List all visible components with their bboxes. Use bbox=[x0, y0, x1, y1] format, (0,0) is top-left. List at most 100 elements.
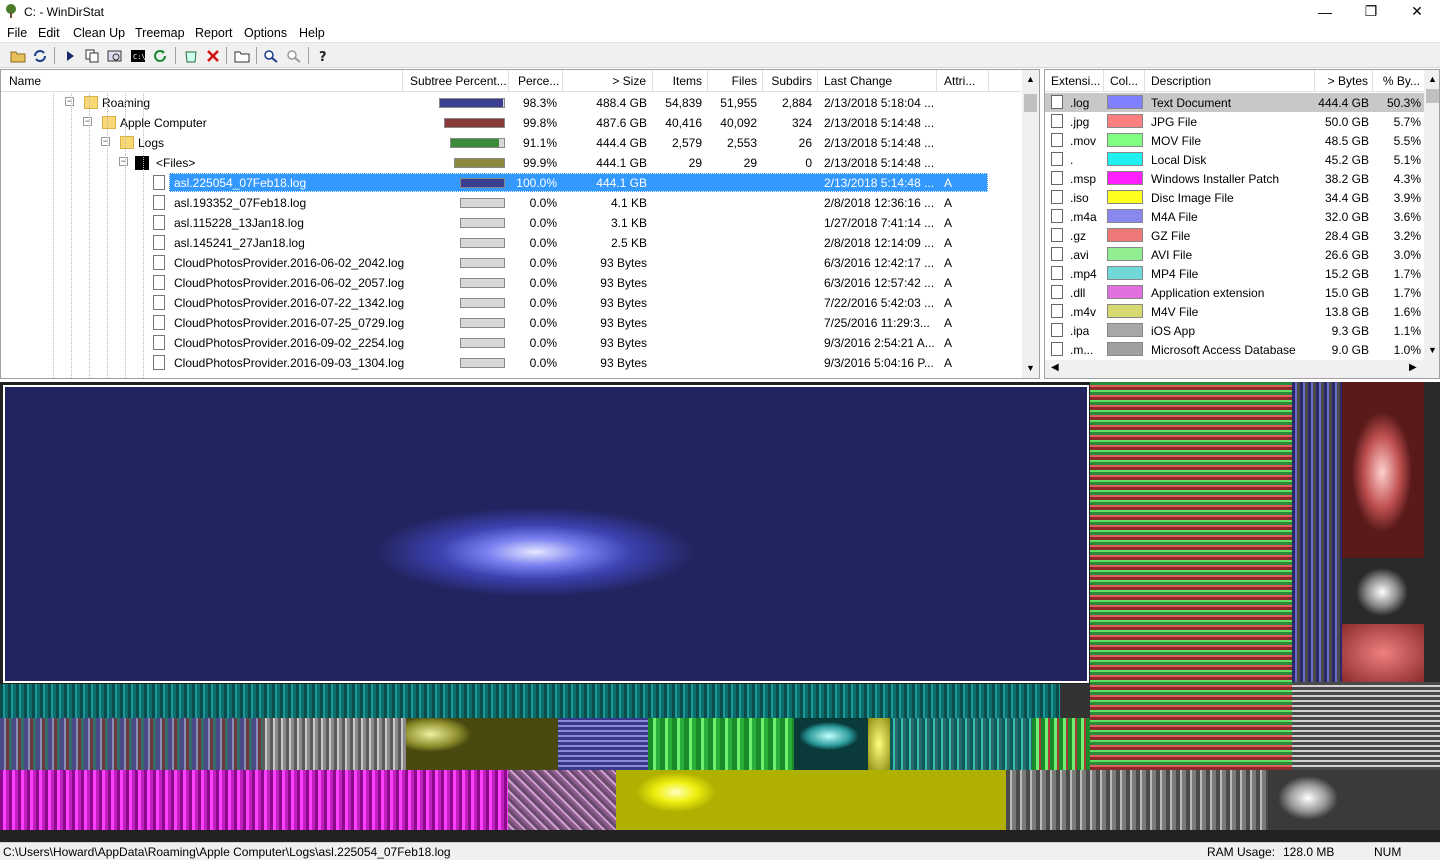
scroll-right-icon[interactable]: ▶ bbox=[1409, 362, 1417, 373]
extension-row[interactable]: . Local Disk 45.2 GB 5.1% bbox=[1045, 150, 1425, 169]
column-subdirs[interactable]: Subdirs bbox=[763, 70, 818, 92]
collapse-toggle-icon[interactable]: − bbox=[65, 97, 74, 106]
explorer-icon[interactable] bbox=[106, 47, 124, 64]
extension-row[interactable]: .m4v M4V File 13.8 GB 1.6% bbox=[1045, 302, 1425, 321]
tree-row[interactable]: − <Files> 99.9% 444.1 GB 29 29 0 2/13/2018 5:14… bbox=[1, 153, 1021, 173]
column-bytes[interactable]: > Bytes bbox=[1315, 70, 1373, 92]
treemap-block-gray-3[interactable] bbox=[1292, 682, 1440, 770]
scroll-up-icon[interactable]: ▲ bbox=[1428, 74, 1437, 84]
treemap-block-teal[interactable] bbox=[794, 718, 868, 770]
treemap-block-yellow[interactable] bbox=[616, 770, 1006, 830]
zoom-out-icon[interactable] bbox=[285, 47, 303, 64]
copy-icon[interactable] bbox=[83, 47, 101, 64]
column-description[interactable]: Description bbox=[1145, 70, 1315, 92]
scroll-down-icon[interactable]: ▼ bbox=[1026, 363, 1035, 373]
treemap-block-pink-mixed[interactable] bbox=[508, 770, 616, 830]
treemap-block-mixed[interactable] bbox=[0, 718, 262, 770]
tree-row[interactable]: asl.115228_13Jan18.log 0.0% 3.1 KB 1/27/201… bbox=[1, 213, 1021, 233]
treemap-block-navy[interactable] bbox=[1292, 382, 1342, 682]
extension-row[interactable]: .mov MOV File 48.5 GB 5.5% bbox=[1045, 131, 1425, 150]
reload-icon[interactable] bbox=[152, 47, 170, 64]
minimize-button[interactable]: — bbox=[1302, 0, 1348, 23]
menu-file[interactable]: File bbox=[7, 26, 27, 40]
tree-row[interactable]: CloudPhotosProvider.2016-06-02_2042.log 0… bbox=[1, 253, 1021, 273]
extension-horizontal-scrollbar[interactable]: ◀ ▶ bbox=[1045, 360, 1439, 378]
tree-row[interactable]: CloudPhotosProvider.2016-07-25_0729.log 0… bbox=[1, 313, 1021, 333]
collapse-toggle-icon[interactable]: − bbox=[101, 137, 110, 146]
tree-row[interactable]: − Roaming 98.3% 488.4 GB 54,839 51,955 2,884 2/… bbox=[1, 93, 1021, 113]
tree-row[interactable]: asl.145241_27Jan18.log 0.0% 2.5 KB 2/8/2018… bbox=[1, 233, 1021, 253]
tree-vertical-scrollbar[interactable]: ▲ ▼ bbox=[1022, 70, 1039, 378]
extension-vertical-scrollbar[interactable]: ▲ ▼ bbox=[1424, 70, 1439, 360]
menu-edit[interactable]: Edit bbox=[38, 26, 60, 40]
extension-row[interactable]: .log Text Document 444.4 GB 50.3% bbox=[1045, 93, 1425, 112]
column-color[interactable]: Col... bbox=[1104, 70, 1145, 92]
scroll-thumb[interactable] bbox=[1024, 94, 1037, 112]
scroll-left-icon[interactable]: ◀ bbox=[1051, 362, 1059, 373]
column-items[interactable]: Items bbox=[653, 70, 708, 92]
scroll-down-icon[interactable]: ▼ bbox=[1428, 345, 1437, 355]
tree-row[interactable]: asl.225054_07Feb18.log 100.0% 444.1 GB 2/13… bbox=[1, 173, 1021, 193]
column-attributes[interactable]: Attri... bbox=[937, 70, 989, 92]
open-icon[interactable] bbox=[9, 47, 27, 64]
treemap-block-yellow-small[interactable] bbox=[868, 718, 890, 770]
treemap-view[interactable] bbox=[0, 382, 1440, 842]
extension-list[interactable]: Extensi... Col... Description > Bytes % … bbox=[1044, 69, 1440, 379]
column-extension[interactable]: Extensi... bbox=[1045, 70, 1104, 92]
treemap-block-green-red[interactable] bbox=[1032, 718, 1090, 770]
treemap-block-blue-small[interactable] bbox=[558, 718, 648, 770]
scroll-up-icon[interactable]: ▲ bbox=[1026, 74, 1035, 84]
recycle-icon[interactable] bbox=[182, 47, 200, 64]
new-folder-icon[interactable] bbox=[233, 47, 251, 64]
zoom-in-icon[interactable] bbox=[262, 47, 280, 64]
column-files[interactable]: Files bbox=[708, 70, 763, 92]
extension-row[interactable]: .msp Windows Installer Patch 38.2 GB 4.3% bbox=[1045, 169, 1425, 188]
help-icon[interactable]: ? bbox=[314, 47, 332, 64]
column-percent-bytes[interactable]: % By... bbox=[1373, 70, 1425, 92]
extension-row[interactable]: .iso Disc Image File 34.4 GB 3.9% bbox=[1045, 188, 1425, 207]
tree-row[interactable]: − Apple Computer 99.8% 487.6 GB 40,416 40,092… bbox=[1, 113, 1021, 133]
column-size[interactable]: > Size bbox=[563, 70, 653, 92]
treemap-block-gray-ball[interactable] bbox=[1342, 558, 1424, 624]
treemap-block-cyan[interactable] bbox=[0, 684, 1060, 718]
treemap-block-magenta[interactable] bbox=[0, 770, 508, 830]
treemap-block-olive[interactable] bbox=[406, 718, 558, 770]
menu-clean-up[interactable]: Clean Up bbox=[73, 26, 125, 40]
tree-row[interactable]: − Logs 91.1% 444.4 GB 2,579 2,553 26 2/13/2018 … bbox=[1, 133, 1021, 153]
treemap-block-gray[interactable] bbox=[262, 718, 406, 770]
tree-row[interactable]: CloudPhotosProvider.2016-06-02_2057.log 0… bbox=[1, 273, 1021, 293]
menu-help[interactable]: Help bbox=[299, 26, 325, 40]
column-last-change[interactable]: Last Change bbox=[818, 70, 937, 92]
extension-row[interactable]: .m4a M4A File 32.0 GB 3.6% bbox=[1045, 207, 1425, 226]
menu-report[interactable]: Report bbox=[195, 26, 233, 40]
collapse-toggle-icon[interactable]: − bbox=[119, 157, 128, 166]
treemap-block-dark[interactable] bbox=[1060, 684, 1090, 718]
tree-row[interactable]: CloudPhotosProvider.2016-07-22_1342.log 0… bbox=[1, 293, 1021, 313]
extension-row[interactable]: .m... Microsoft Access Database 9.0 GB 1.0% bbox=[1045, 340, 1425, 359]
tree-row[interactable]: CloudPhotosProvider.2016-09-03_1304.log 0… bbox=[1, 353, 1021, 373]
tree-row[interactable]: asl.193352_07Feb18.log 0.0% 4.1 KB 2/8/2018… bbox=[1, 193, 1021, 213]
column-percent[interactable]: Perce... bbox=[509, 70, 563, 92]
directory-tree-list[interactable]: Name Subtree Percent... Perce... > Size … bbox=[0, 69, 1040, 379]
treemap-block-red-2[interactable] bbox=[1342, 624, 1424, 682]
treemap-block-edge[interactable] bbox=[1424, 382, 1440, 682]
play-icon[interactable] bbox=[61, 47, 79, 64]
extension-row[interactable]: .mp4 MP4 File 15.2 GB 1.7% bbox=[1045, 264, 1425, 283]
extension-row[interactable]: .avi AVI File 26.6 GB 3.0% bbox=[1045, 245, 1425, 264]
treemap-block-red[interactable] bbox=[1342, 382, 1424, 558]
menu-treemap[interactable]: Treemap bbox=[135, 26, 185, 40]
scroll-thumb[interactable] bbox=[1426, 89, 1439, 103]
treemap-block-gray-2[interactable] bbox=[1006, 770, 1268, 830]
treemap-block-green[interactable] bbox=[648, 718, 794, 770]
column-name[interactable]: Name bbox=[1, 70, 403, 92]
refresh-icon[interactable] bbox=[31, 47, 49, 64]
extension-row[interactable]: .jpg JPG File 50.0 GB 5.7% bbox=[1045, 112, 1425, 131]
extension-row[interactable]: .gz GZ File 28.4 GB 3.2% bbox=[1045, 226, 1425, 245]
extension-row[interactable]: .dll Application extension 15.0 GB 1.7% bbox=[1045, 283, 1425, 302]
close-button[interactable]: ✕ bbox=[1394, 0, 1440, 23]
treemap-block-teal-mixed[interactable] bbox=[890, 718, 1032, 770]
treemap-block-red-green[interactable] bbox=[1090, 382, 1292, 770]
treemap-block-silver[interactable] bbox=[1268, 770, 1440, 830]
maximize-button[interactable]: ❐ bbox=[1348, 0, 1394, 23]
extension-row[interactable]: .ipa iOS App 9.3 GB 1.1% bbox=[1045, 321, 1425, 340]
